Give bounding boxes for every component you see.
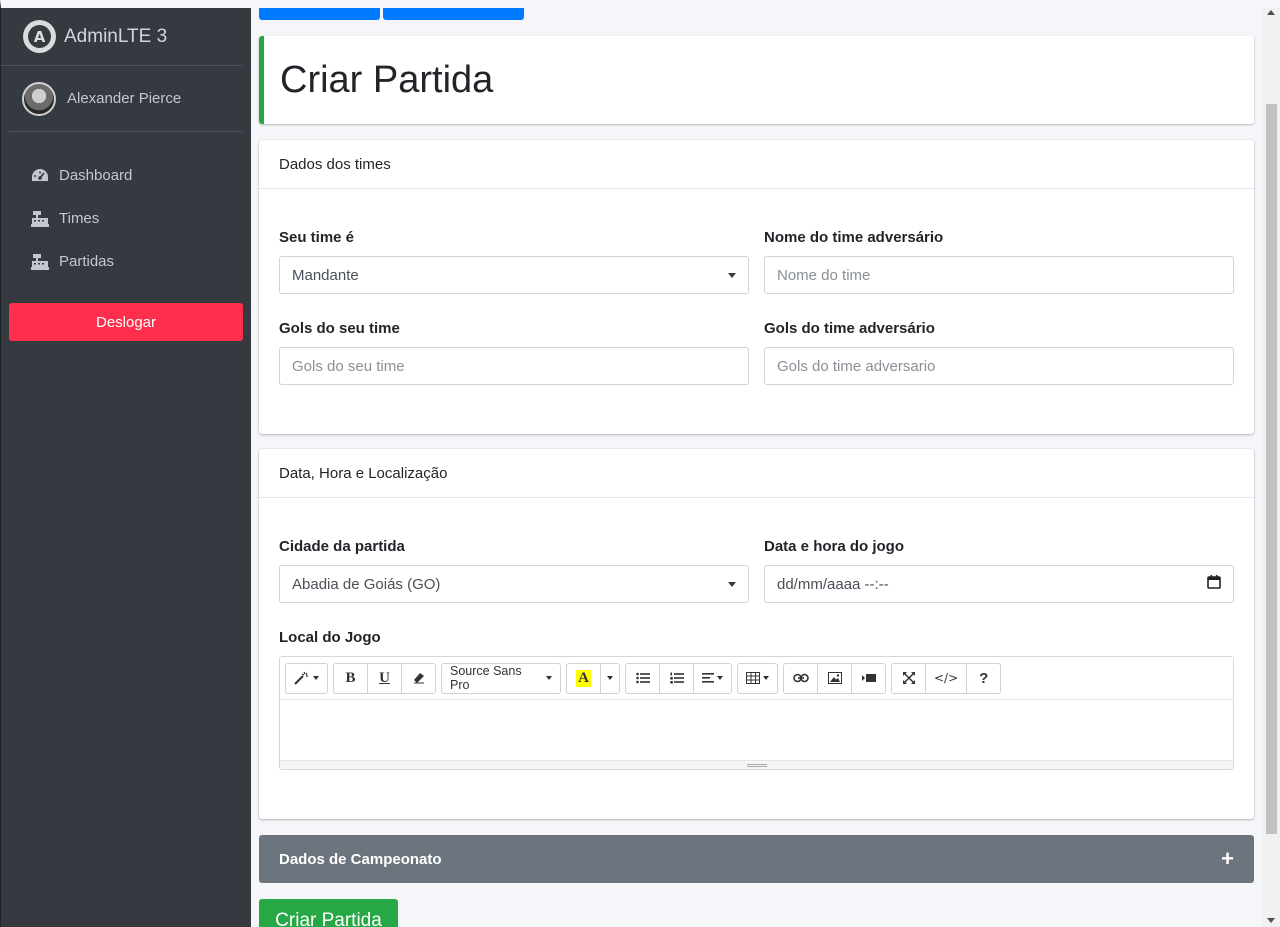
chevron-down-icon xyxy=(607,676,613,680)
logout-button[interactable]: Deslogar xyxy=(9,303,243,341)
table-button[interactable] xyxy=(737,662,778,694)
brand-title: AdminLTE 3 xyxy=(64,25,168,47)
top-button-group xyxy=(259,8,524,20)
bold-icon: B xyxy=(345,669,356,686)
bold-button[interactable]: B xyxy=(333,662,368,694)
main-content: Criar Partida Dados dos times Seu time é… xyxy=(251,0,1263,927)
chevron-down-icon xyxy=(313,676,319,680)
picture-icon xyxy=(827,672,842,684)
code-view-button[interactable]: </> xyxy=(925,662,968,694)
sidebar-item-dashboard[interactable]: Dashboard xyxy=(1,154,251,197)
tachometer-icon xyxy=(29,166,51,186)
city-label: Cidade da partida xyxy=(279,538,405,555)
sidebar: A AdminLTE 3 Alexander Pierce Dashboard … xyxy=(0,0,251,927)
font-color-dropdown[interactable] xyxy=(600,662,620,694)
opponent-name-input[interactable]: Nome do time xyxy=(764,256,1234,294)
opponent-goals-label: Gols do time adversário xyxy=(764,320,935,337)
your-goals-label: Gols do seu time xyxy=(279,320,400,337)
ordered-list-button[interactable] xyxy=(659,662,694,694)
scroll-down-icon[interactable] xyxy=(1267,918,1275,923)
editor-content-area[interactable] xyxy=(280,700,1233,760)
championship-card-header: Dados de Campeonato xyxy=(279,850,442,868)
sidebar-item-label: Dashboard xyxy=(59,167,133,184)
brand-link[interactable]: A AdminLTE 3 xyxy=(1,8,243,66)
chevron-down-icon xyxy=(728,272,736,278)
city-select[interactable]: Abadia de Goiás (GO) xyxy=(279,565,749,603)
your-team-value: Mandante xyxy=(292,266,359,284)
sidebar-item-partidas[interactable]: Partidas xyxy=(1,240,251,283)
championship-card[interactable]: Dados de Campeonato + xyxy=(259,835,1254,883)
top-button-2[interactable] xyxy=(383,8,524,20)
venue-label: Local do Jogo xyxy=(279,629,381,646)
chevron-down-icon xyxy=(717,676,723,680)
code-icon: </> xyxy=(934,671,959,685)
rich-text-editor: B U Source Sans Pro A </> ? xyxy=(279,656,1234,770)
question-icon: ? xyxy=(979,669,989,687)
scroll-thumb[interactable] xyxy=(1266,104,1277,834)
magic-wand-icon xyxy=(294,671,308,685)
underline-icon: U xyxy=(379,669,390,686)
paragraph-align-button[interactable] xyxy=(693,662,732,694)
your-team-select[interactable]: Mandante xyxy=(279,256,749,294)
teams-card-header: Dados dos times xyxy=(259,140,1254,189)
create-match-button[interactable]: Criar Partida xyxy=(259,899,398,927)
picture-button[interactable] xyxy=(817,662,852,694)
list-ol-icon xyxy=(669,672,684,684)
font-color-icon: A xyxy=(576,669,591,687)
teams-card: Dados dos times Seu time é Mandante Nome… xyxy=(259,140,1254,434)
list-ul-icon xyxy=(635,672,650,684)
fullscreen-button[interactable] xyxy=(891,662,926,694)
help-button[interactable]: ? xyxy=(966,662,1002,694)
opponent-goals-input[interactable]: Gols do time adversario xyxy=(764,347,1234,385)
video-icon xyxy=(861,674,876,682)
scroll-up-icon[interactable] xyxy=(1267,10,1275,15)
magic-style-button[interactable] xyxy=(285,662,328,694)
datetime-placeholder: dd/mm/aaaa --:-- xyxy=(777,575,889,593)
plus-icon[interactable]: + xyxy=(1221,846,1234,872)
location-card-header: Data, Hora e Localização xyxy=(259,449,1254,498)
underline-button[interactable]: U xyxy=(367,662,402,694)
user-panel[interactable]: Alexander Pierce xyxy=(9,66,243,132)
eraser-icon xyxy=(413,673,424,684)
page-scrollbar[interactable] xyxy=(1263,0,1280,927)
unordered-list-button[interactable] xyxy=(625,662,660,694)
brand-logo-letter: A xyxy=(33,27,46,46)
user-name[interactable]: Alexander Pierce xyxy=(67,90,181,107)
editor-resize-bar[interactable] xyxy=(280,760,1233,769)
font-family-value: Source Sans Pro xyxy=(450,664,522,692)
top-button-1[interactable] xyxy=(259,8,380,20)
video-button[interactable] xyxy=(851,662,886,694)
editor-toolbar: B U Source Sans Pro A </> ? xyxy=(280,657,1233,700)
chevron-down-icon xyxy=(728,581,736,587)
your-goals-input[interactable]: Gols do seu time xyxy=(279,347,749,385)
calendar-icon[interactable] xyxy=(1207,575,1221,593)
page-header-card: Criar Partida xyxy=(259,36,1254,124)
avatar xyxy=(22,81,56,116)
datetime-label: Data e hora do jogo xyxy=(764,538,905,555)
sidebar-nav: Dashboard Times Partidas xyxy=(1,154,251,283)
sidebar-item-label: Partidas xyxy=(59,253,115,270)
sidebar-item-label: Times xyxy=(59,210,100,227)
clear-format-button[interactable] xyxy=(401,662,436,694)
chevron-down-icon xyxy=(763,676,769,680)
opponent-name-label: Nome do time adversário xyxy=(764,229,944,246)
expand-icon xyxy=(902,672,915,684)
brand-logo: A xyxy=(23,20,56,53)
font-family-dropdown[interactable]: Source Sans Pro xyxy=(441,662,561,694)
city-value: Abadia de Goiás (GO) xyxy=(292,575,441,593)
page-title: Criar Partida xyxy=(280,58,494,101)
your-team-label: Seu time é xyxy=(279,229,355,246)
chevron-down-icon xyxy=(546,676,552,680)
sidebar-item-times[interactable]: Times xyxy=(1,197,251,240)
resize-grip-icon[interactable] xyxy=(746,763,767,767)
datetime-input[interactable]: dd/mm/aaaa --:-- xyxy=(764,565,1234,603)
location-card: Data, Hora e Localização Cidade da parti… xyxy=(259,449,1254,819)
table-icon xyxy=(746,672,760,684)
cash-register-icon xyxy=(29,209,51,229)
cash-register-icon xyxy=(29,252,51,272)
align-left-icon xyxy=(702,673,714,683)
link-button[interactable] xyxy=(783,662,818,694)
link-icon xyxy=(792,673,809,683)
font-color-button[interactable]: A xyxy=(566,662,601,694)
